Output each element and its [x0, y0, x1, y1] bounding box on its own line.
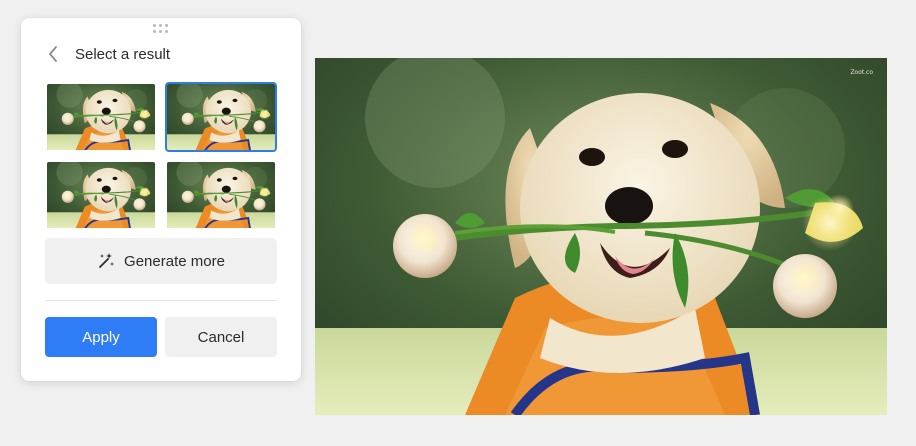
generate-more-label: Generate more [124, 252, 225, 270]
result-thumbnail-4[interactable] [165, 160, 277, 230]
panel-header: Select a result [45, 44, 170, 64]
chevron-left-icon [49, 46, 57, 62]
panel-title: Select a result [75, 45, 171, 63]
apply-button[interactable]: Apply [45, 317, 157, 357]
drag-handle-icon[interactable] [153, 24, 169, 33]
result-thumbnail-2[interactable] [165, 82, 277, 152]
divider [45, 300, 277, 301]
image-preview: Zoot.co [315, 58, 887, 415]
generate-more-button[interactable]: Generate more [45, 238, 277, 284]
magic-wand-icon [99, 253, 115, 268]
select-result-panel: Select a result Generate more Apply Canc… [21, 18, 301, 381]
back-button[interactable] [45, 44, 61, 64]
result-thumbnail-3[interactable] [45, 160, 157, 230]
dog-photo [315, 58, 887, 415]
result-thumbnails [45, 82, 277, 230]
watermark: Zoot.co [850, 69, 873, 76]
cancel-button[interactable]: Cancel [165, 317, 277, 357]
result-thumbnail-1[interactable] [45, 82, 157, 152]
